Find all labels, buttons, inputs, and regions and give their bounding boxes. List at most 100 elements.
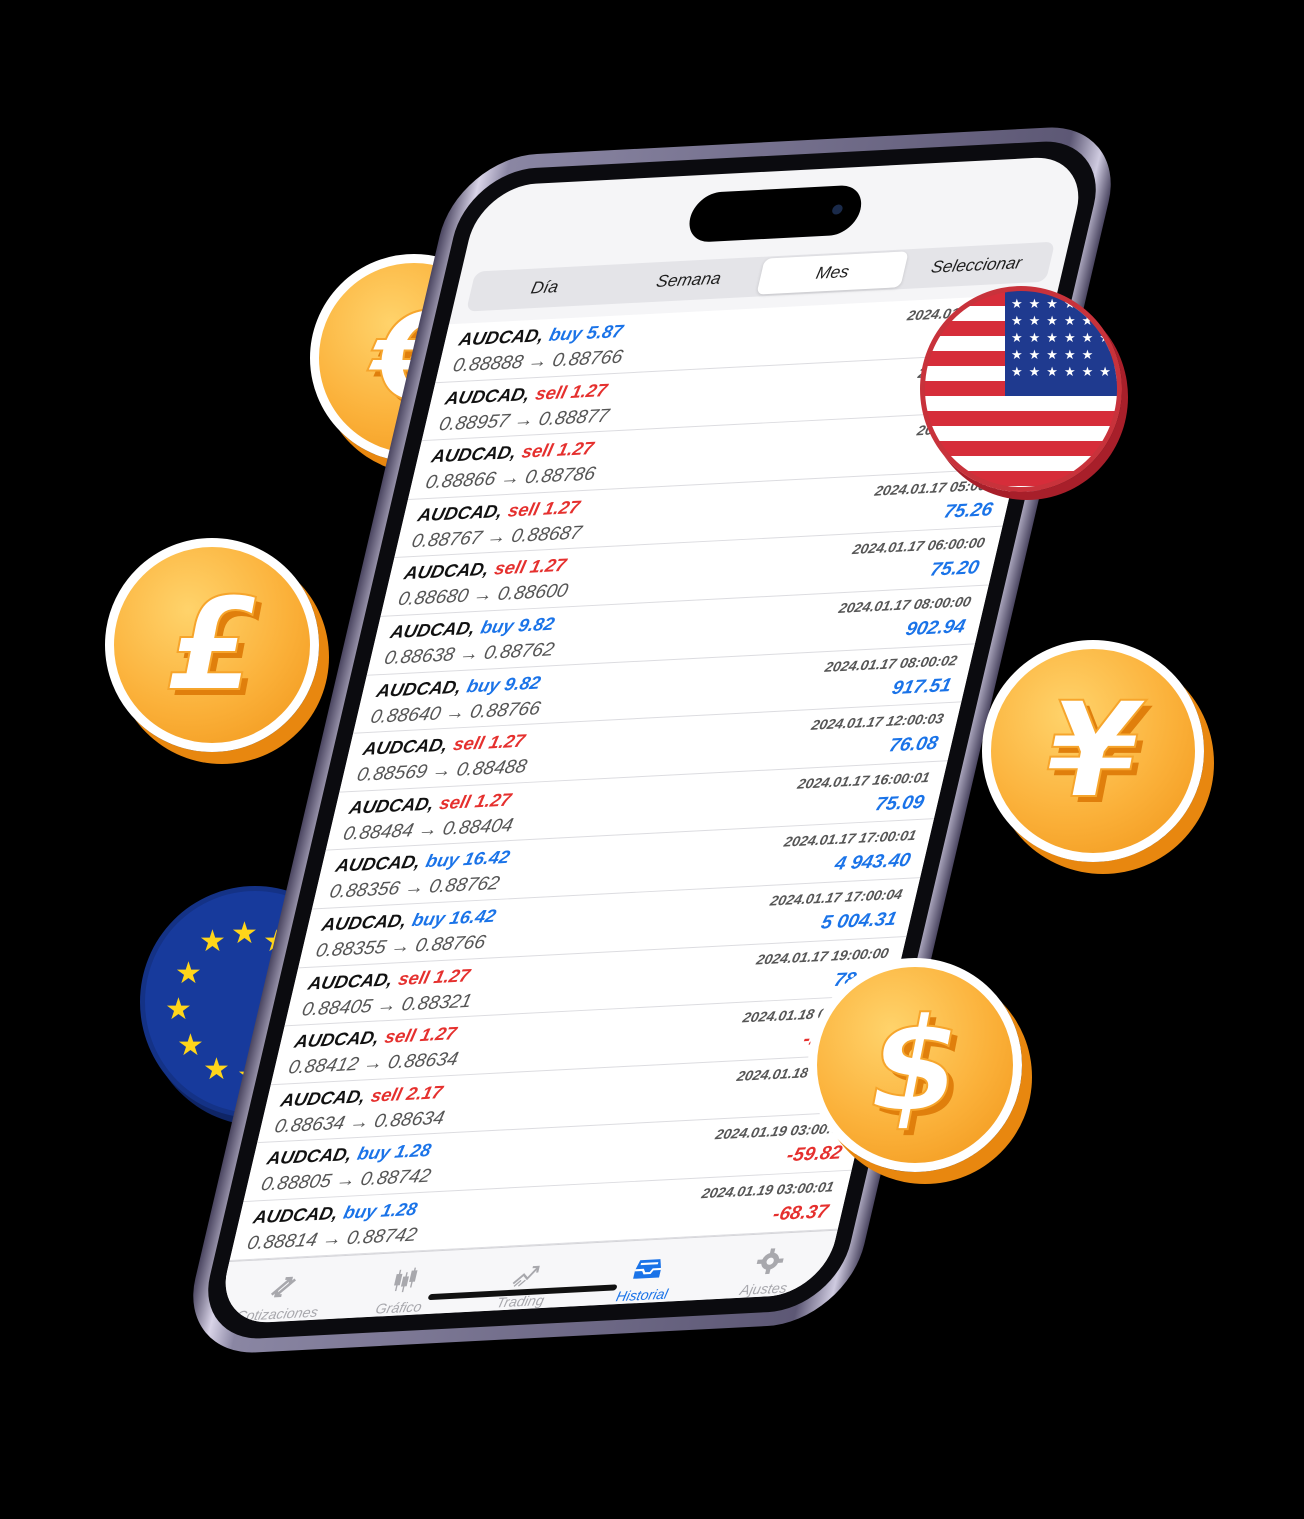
dynamic-island <box>684 184 867 244</box>
promo-stage: € £ ★ ★ ★ ★ ★ ★ ★ ★ Día Semana Mes Selec… <box>0 0 1304 1519</box>
trade-side-volume: sell 1.27 <box>492 555 569 579</box>
trade-prices: 0.88355 → 0.88766 <box>313 931 488 962</box>
symbol-name: AUDCAD, <box>415 500 505 526</box>
trade-symbol: AUDCAD,sell 1.27 <box>429 438 596 467</box>
trade-prices: 0.88767 → 0.88687 <box>409 522 584 553</box>
candlestick-chart-icon <box>394 1267 418 1293</box>
trade-time: 2024.01.17 17:00:04 <box>768 885 905 909</box>
dollar-coin: $ <box>808 958 1022 1172</box>
dollar-symbol: $ <box>869 988 961 1142</box>
trade-time: 2024.01.17 08:00:00 <box>837 593 973 616</box>
yen-coin: ¥ <box>982 640 1204 862</box>
trade-side-volume: sell 1.27 <box>396 964 473 989</box>
trade-prices: 0.88412 → 0.88634 <box>286 1048 461 1079</box>
trade-profit: 902.94 <box>903 616 968 641</box>
us-flag-canton: ★★★★★★ ★★★★★ ★★★★★★ ★★★★★ ★★★★★★ <box>1005 291 1117 396</box>
trade-prices: 0.88405 → 0.88321 <box>299 990 475 1021</box>
trade-symbol: AUDCAD,sell 1.27 <box>292 1023 459 1052</box>
trade-symbol: AUDCAD,sell 2.17 <box>279 1082 445 1111</box>
symbol-name: AUDCAD, <box>278 1085 368 1111</box>
tab-cotizaciones[interactable]: Cotizaciones <box>215 1256 351 1325</box>
trade-time: 2024.01.19 03:00:01 <box>700 1178 836 1202</box>
trade-side-volume: sell 1.27 <box>382 1023 459 1048</box>
trade-side-volume: sell 1.27 <box>437 789 514 813</box>
symbol-name: AUDCAD, <box>333 851 423 877</box>
trade-side-volume: buy 9.82 <box>478 613 557 638</box>
trade-prices: 0.88805 → 0.88742 <box>258 1165 433 1196</box>
trade-symbol: AUDCAD,sell 1.27 <box>416 497 582 526</box>
trade-prices: 0.88866 → 0.88786 <box>423 463 598 494</box>
trade-symbol: AUDCAD,buy 16.42 <box>333 847 512 877</box>
trade-profit: -68.37 <box>770 1201 831 1226</box>
symbol-name: AUDCAD, <box>429 442 519 467</box>
trade-time: 2024.01.17 16:00:01 <box>796 768 932 792</box>
symbol-name: AUDCAD, <box>361 734 450 760</box>
tab-trading[interactable]: Trading <box>458 1243 594 1312</box>
settings-gear-icon <box>756 1248 784 1275</box>
tab-ajustes[interactable]: Ajustes <box>701 1231 837 1300</box>
trade-side-volume: buy 5.87 <box>547 321 626 345</box>
period-tab-dia[interactable]: Día <box>468 266 620 309</box>
symbol-name: AUDCAD, <box>402 559 492 584</box>
trade-side-volume: sell 1.27 <box>506 496 582 521</box>
trade-profit: 917.51 <box>889 674 954 699</box>
period-tab-mes[interactable]: Mes <box>756 251 909 295</box>
tab-historial[interactable]: Historial <box>579 1237 715 1306</box>
trade-side-volume: sell 1.27 <box>451 730 528 755</box>
trade-side-volume: buy 1.28 <box>341 1198 420 1223</box>
us-flag-icon: ★★★★★★ ★★★★★ ★★★★★★ ★★★★★ ★★★★★★ <box>920 286 1122 492</box>
tab-label: Ajustes <box>738 1279 789 1298</box>
history-inbox-icon <box>633 1259 662 1279</box>
trade-prices: 0.88680 → 0.88600 <box>395 580 571 611</box>
trade-prices: 0.88356 → 0.88762 <box>327 873 502 904</box>
trade-symbol: AUDCAD,sell 1.27 <box>402 555 568 584</box>
trade-profit: 4 943.40 <box>832 850 913 876</box>
trade-symbol: AUDCAD,buy 1.28 <box>251 1199 419 1228</box>
trade-symbol: AUDCAD,sell 1.27 <box>347 789 513 818</box>
trade-time: 2024.01.17 06:00:00 <box>850 534 987 558</box>
trade-symbol: AUDCAD,buy 9.82 <box>388 613 557 643</box>
trade-time: 2024.01.17 17:00:01 <box>782 827 918 851</box>
trade-side-volume: sell 1.27 <box>533 379 610 404</box>
symbol-name: AUDCAD, <box>306 968 396 994</box>
pound-symbol: £ <box>166 570 257 721</box>
tab-grafico[interactable]: Gráfico <box>336 1249 472 1318</box>
trade-time: 2024.01.17 19:00:00 <box>755 944 891 968</box>
symbol-name: AUDCAD, <box>374 676 464 701</box>
trade-side-volume: buy 1.28 <box>355 1140 434 1165</box>
trade-side-volume: sell 2.17 <box>369 1081 445 1106</box>
trade-prices: 0.88814 → 0.88742 <box>245 1224 420 1255</box>
trade-symbol: AUDCAD,buy 16.42 <box>320 906 498 936</box>
trade-prices: 0.88569 → 0.88488 <box>354 756 529 787</box>
trade-symbol: AUDCAD,buy 9.82 <box>375 672 543 701</box>
trading-trend-icon <box>512 1265 540 1287</box>
trade-symbol: AUDCAD,sell 1.27 <box>443 380 609 409</box>
trade-side-volume: buy 16.42 <box>410 905 499 931</box>
trade-profit: 5 004.31 <box>818 908 899 934</box>
quotes-arrows-icon <box>270 1276 297 1298</box>
trade-profit: -59.82 <box>784 1142 845 1167</box>
period-tab-seleccionar[interactable]: Seleccionar <box>900 244 1052 287</box>
trade-profit: 75.20 <box>928 557 982 582</box>
symbol-name: AUDCAD, <box>443 383 533 409</box>
trade-prices: 0.88634 → 0.88634 <box>272 1107 447 1138</box>
symbol-name: AUDCAD, <box>292 1027 382 1052</box>
trade-time: 2024.01.17 12:00:03 <box>809 710 946 733</box>
trade-symbol: AUDCAD,sell 1.27 <box>306 965 472 994</box>
trade-symbol: AUDCAD,buy 1.28 <box>265 1140 433 1169</box>
trade-prices: 0.88638 → 0.88762 <box>382 639 557 670</box>
symbol-name: AUDCAD, <box>265 1144 354 1169</box>
trade-profit: 76.08 <box>886 733 940 757</box>
trade-profit: 75.26 <box>941 499 995 523</box>
trade-symbol: AUDCAD,buy 5.87 <box>457 321 625 350</box>
trade-prices: 0.88957 → 0.88877 <box>437 405 612 436</box>
symbol-name: AUDCAD, <box>319 910 409 935</box>
tab-label: Gráfico <box>374 1298 424 1317</box>
symbol-name: AUDCAD, <box>457 325 546 350</box>
pound-coin: £ <box>105 538 319 752</box>
symbol-name: AUDCAD, <box>347 793 437 818</box>
period-tab-semana[interactable]: Semana <box>612 259 764 302</box>
tab-label: Historial <box>614 1285 670 1305</box>
trade-prices: 0.88640 → 0.88766 <box>368 697 543 728</box>
camera-icon <box>831 204 844 215</box>
